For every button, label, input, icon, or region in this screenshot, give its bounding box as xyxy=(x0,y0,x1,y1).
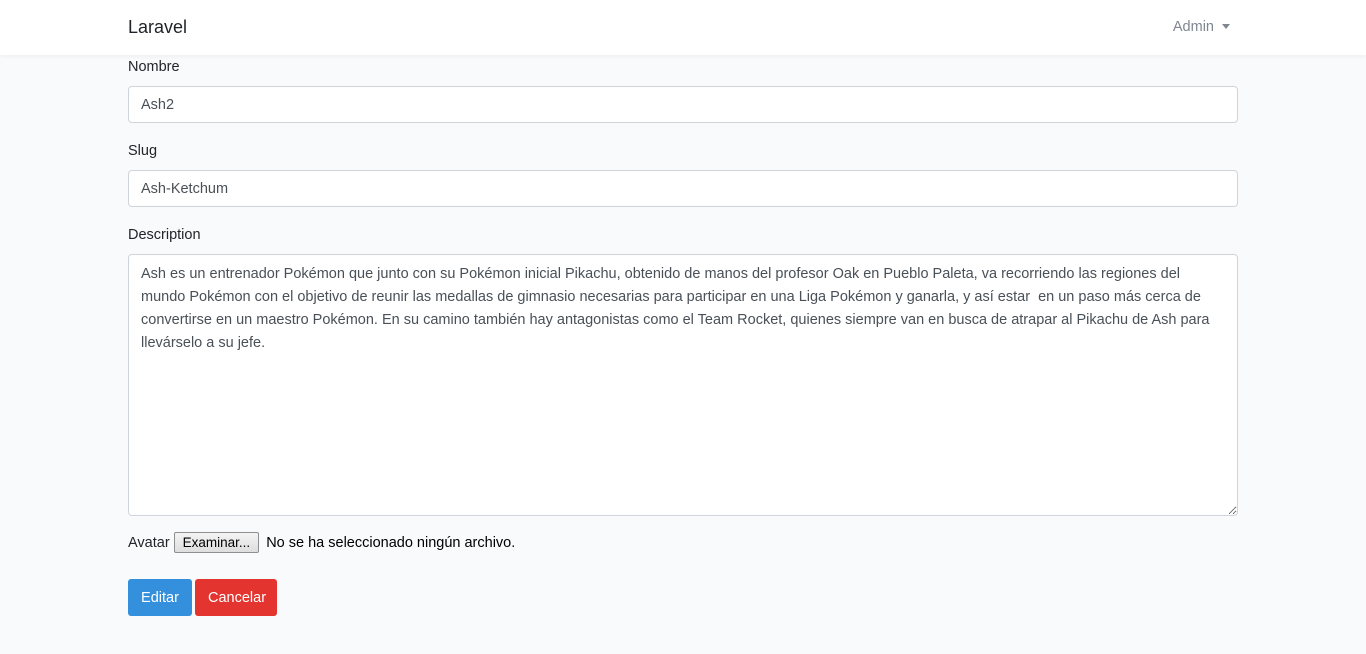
caret-down-icon xyxy=(1222,23,1230,29)
slug-input[interactable] xyxy=(128,170,1238,207)
description-label: Description xyxy=(128,227,201,243)
file-status-text: No se ha seleccionado ningún archivo. xyxy=(266,534,516,551)
avatar-field: Avatar Examinar... No se ha seleccionado… xyxy=(128,532,515,553)
name-input[interactable] xyxy=(128,86,1238,123)
file-browse-button[interactable]: Examinar... xyxy=(173,532,260,553)
description-textarea[interactable]: Ash es un entrenador Pokémon que junto c… xyxy=(128,254,1238,516)
user-dropdown-toggle[interactable]: Admin xyxy=(1173,19,1230,35)
name-label: Nombre xyxy=(128,59,180,75)
cancel-button[interactable]: Cancelar xyxy=(195,579,277,616)
submit-edit-button[interactable]: Editar xyxy=(128,579,192,616)
user-menu-label: Admin xyxy=(1172,19,1214,35)
brand-link[interactable]: Laravel xyxy=(128,17,187,38)
slug-label: Slug xyxy=(128,143,158,159)
avatar-label: Avatar xyxy=(128,534,170,551)
navbar: Laravel Admin xyxy=(0,0,1366,55)
